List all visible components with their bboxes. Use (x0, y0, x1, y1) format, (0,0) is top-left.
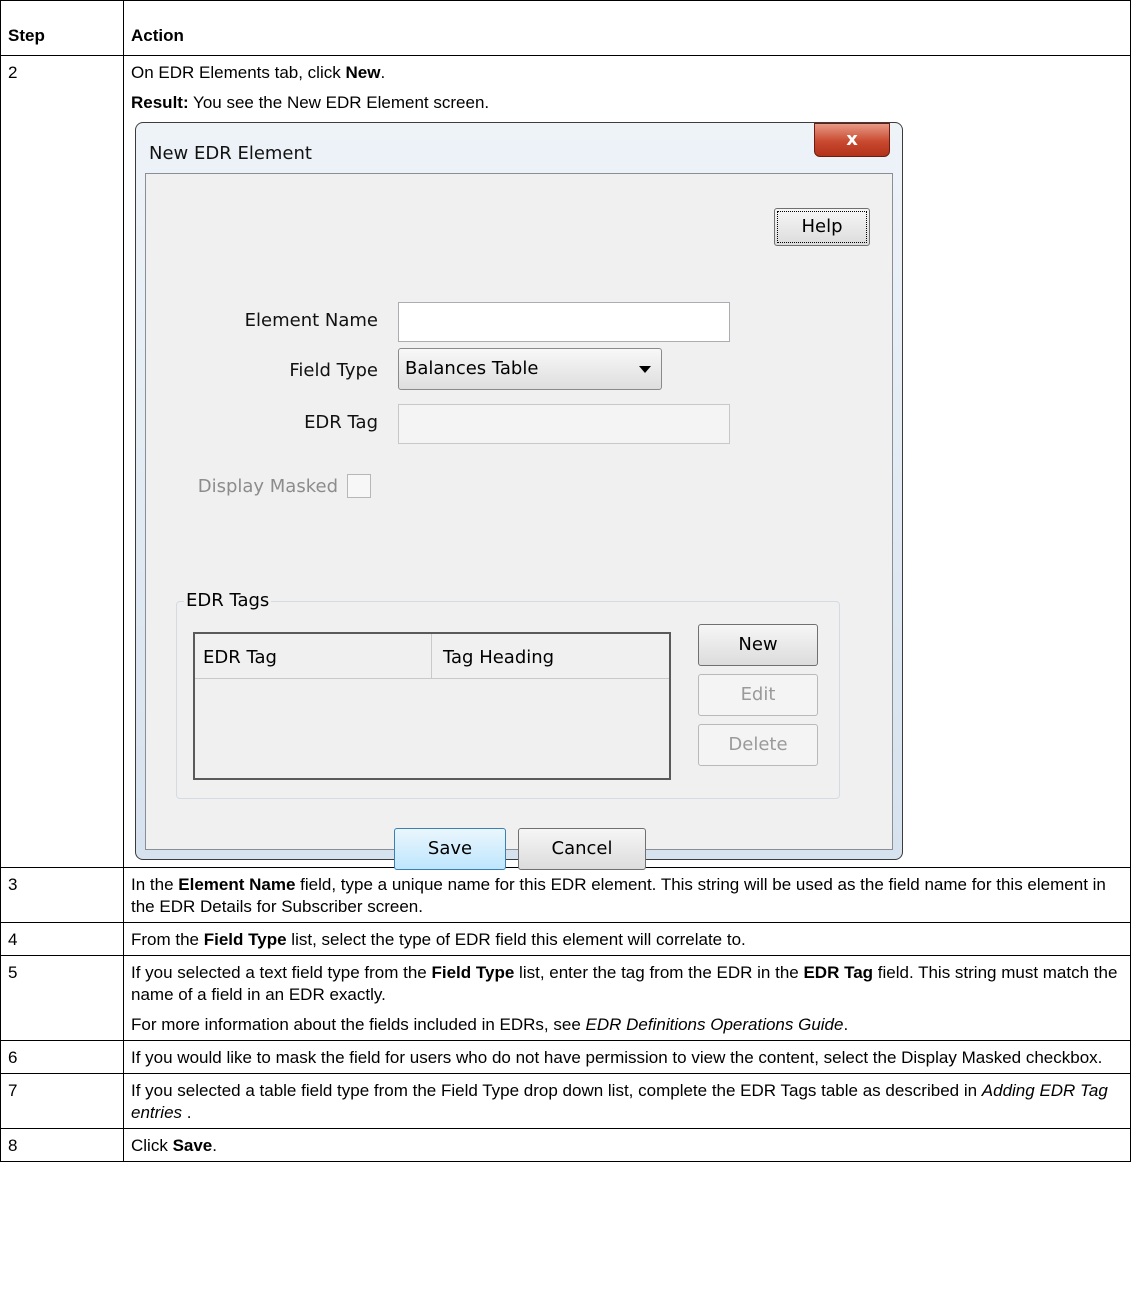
column-divider (431, 634, 432, 679)
action-paragraph: From the Field Type list, select the typ… (131, 929, 1124, 951)
bold-text: New (345, 63, 381, 82)
step-action: If you selected a text field type from t… (123, 955, 1131, 1041)
edr-tags-table[interactable]: EDR Tag Tag Heading (193, 632, 671, 780)
step-number: 8 (0, 1128, 124, 1162)
action-paragraph: If you selected a text field type from t… (131, 962, 1124, 1006)
action-paragraph: For more information about the fields in… (131, 1014, 1124, 1036)
action-text: If you would like to mask the field for … (131, 1048, 1103, 1067)
save-button[interactable]: Save (394, 828, 506, 870)
step-action: Click Save. (123, 1128, 1131, 1162)
action-text: If you selected a text field type from t… (131, 963, 432, 982)
field-type-value: Balances Table (405, 358, 539, 379)
step-number: 7 (0, 1073, 124, 1129)
display-masked-checkbox[interactable] (347, 474, 371, 498)
column-header-tag-heading[interactable]: Tag Heading (443, 647, 554, 669)
step-number: 5 (0, 955, 124, 1041)
action-text: . (380, 63, 386, 82)
action-text: On EDR Elements tab, click (131, 63, 346, 82)
bold-text: Result: (131, 93, 189, 112)
bold-text: Field Type (203, 930, 287, 949)
field-type-label: Field Type (289, 360, 378, 381)
column-header-step: Step (0, 0, 124, 56)
bold-text: Save (172, 1136, 213, 1155)
action-paragraph: In the Element Name field, type a unique… (131, 874, 1124, 918)
help-button[interactable]: Help (774, 208, 870, 246)
edr-tags-table-header: EDR Tag Tag Heading (195, 634, 669, 679)
action-text: In the (131, 875, 179, 894)
element-name-label: Element Name (244, 310, 378, 331)
cancel-button[interactable]: Cancel (518, 828, 646, 870)
edr-tag-label: EDR Tag (304, 412, 378, 433)
bold-text: EDR Tag (803, 963, 874, 982)
action-paragraph: Click Save. (131, 1135, 1124, 1157)
display-masked-label: Display Masked (197, 476, 338, 497)
close-button[interactable]: x (814, 123, 890, 157)
table-row: 7 If you selected a table field type from… (0, 1073, 1131, 1129)
element-name-input[interactable] (398, 302, 730, 342)
action-paragraph: Result: You see the New EDR Element scre… (131, 92, 1124, 114)
action-text: . (182, 1103, 192, 1122)
edr-tag-input[interactable] (398, 404, 730, 444)
step-action: If you would like to mask the field for … (123, 1040, 1131, 1074)
step-action: In the Element Name field, type a unique… (123, 867, 1131, 923)
action-text: . (212, 1136, 217, 1155)
edit-tag-button[interactable]: Edit (698, 674, 818, 716)
table-row: 4 From the Field Type list, select the ty… (0, 922, 1131, 956)
action-text: From the (131, 930, 204, 949)
step-action: If you selected a table field type from … (123, 1073, 1131, 1129)
dialog-title: New EDR Element (149, 143, 312, 164)
column-header-action: Action (123, 0, 1131, 56)
step-number: 4 (0, 922, 124, 956)
step-number: 6 (0, 1040, 124, 1074)
new-tag-button[interactable]: New (698, 624, 818, 666)
table-row: 6 If you would like to mask the field for… (0, 1040, 1131, 1074)
action-text: list, enter the tag from the EDR in the (514, 963, 804, 982)
action-text: Click (131, 1136, 173, 1155)
procedure-table: Step Action 2 On EDR Elements tab, click … (0, 0, 1131, 1162)
step-action: From the Field Type list, select the typ… (123, 922, 1131, 956)
action-paragraph: If you selected a table field type from … (131, 1080, 1124, 1124)
dialog-body: Help Element Name Field Type Balances Ta… (145, 173, 893, 870)
table-row: 8 Click Save. (0, 1128, 1131, 1162)
action-text: For more information about the fields in… (131, 1015, 586, 1034)
field-type-select[interactable]: Balances Table (398, 348, 662, 390)
action-text: . (843, 1015, 849, 1034)
action-paragraph: On EDR Elements tab, click New. (131, 62, 1124, 84)
table-header-row: Step Action (0, 0, 1131, 56)
table-row: 5 If you selected a text field type from … (0, 955, 1131, 1041)
action-text: You see the New EDR Element screen. (188, 93, 490, 112)
reference-text: EDR Definitions Operations Guide (585, 1015, 844, 1034)
bold-text: Field Type (431, 963, 515, 982)
step-number: 2 (0, 55, 124, 868)
delete-tag-button[interactable]: Delete (698, 724, 818, 766)
step-action: On EDR Elements tab, click New. Result: Y… (123, 55, 1131, 870)
edr-tags-group-title: EDR Tags (184, 590, 272, 612)
table-row: 3 In the Element Name field, type a uniqu… (0, 867, 1131, 923)
new-edr-element-dialog: New EDR Element x Help Element Name Fiel… (135, 122, 903, 870)
column-header-edr-tag[interactable]: EDR Tag (203, 647, 277, 669)
close-icon: x (846, 129, 858, 150)
bold-text: Element Name (178, 875, 296, 894)
action-text: list, select the type of EDR field this … (286, 930, 746, 949)
action-paragraph: If you would like to mask the field for … (131, 1047, 1124, 1069)
chevron-down-icon (639, 366, 651, 373)
step-number: 3 (0, 867, 124, 923)
table-row: 2 On EDR Elements tab, click New. Result: … (0, 55, 1131, 870)
action-text: If you selected a table field type from … (131, 1081, 982, 1100)
